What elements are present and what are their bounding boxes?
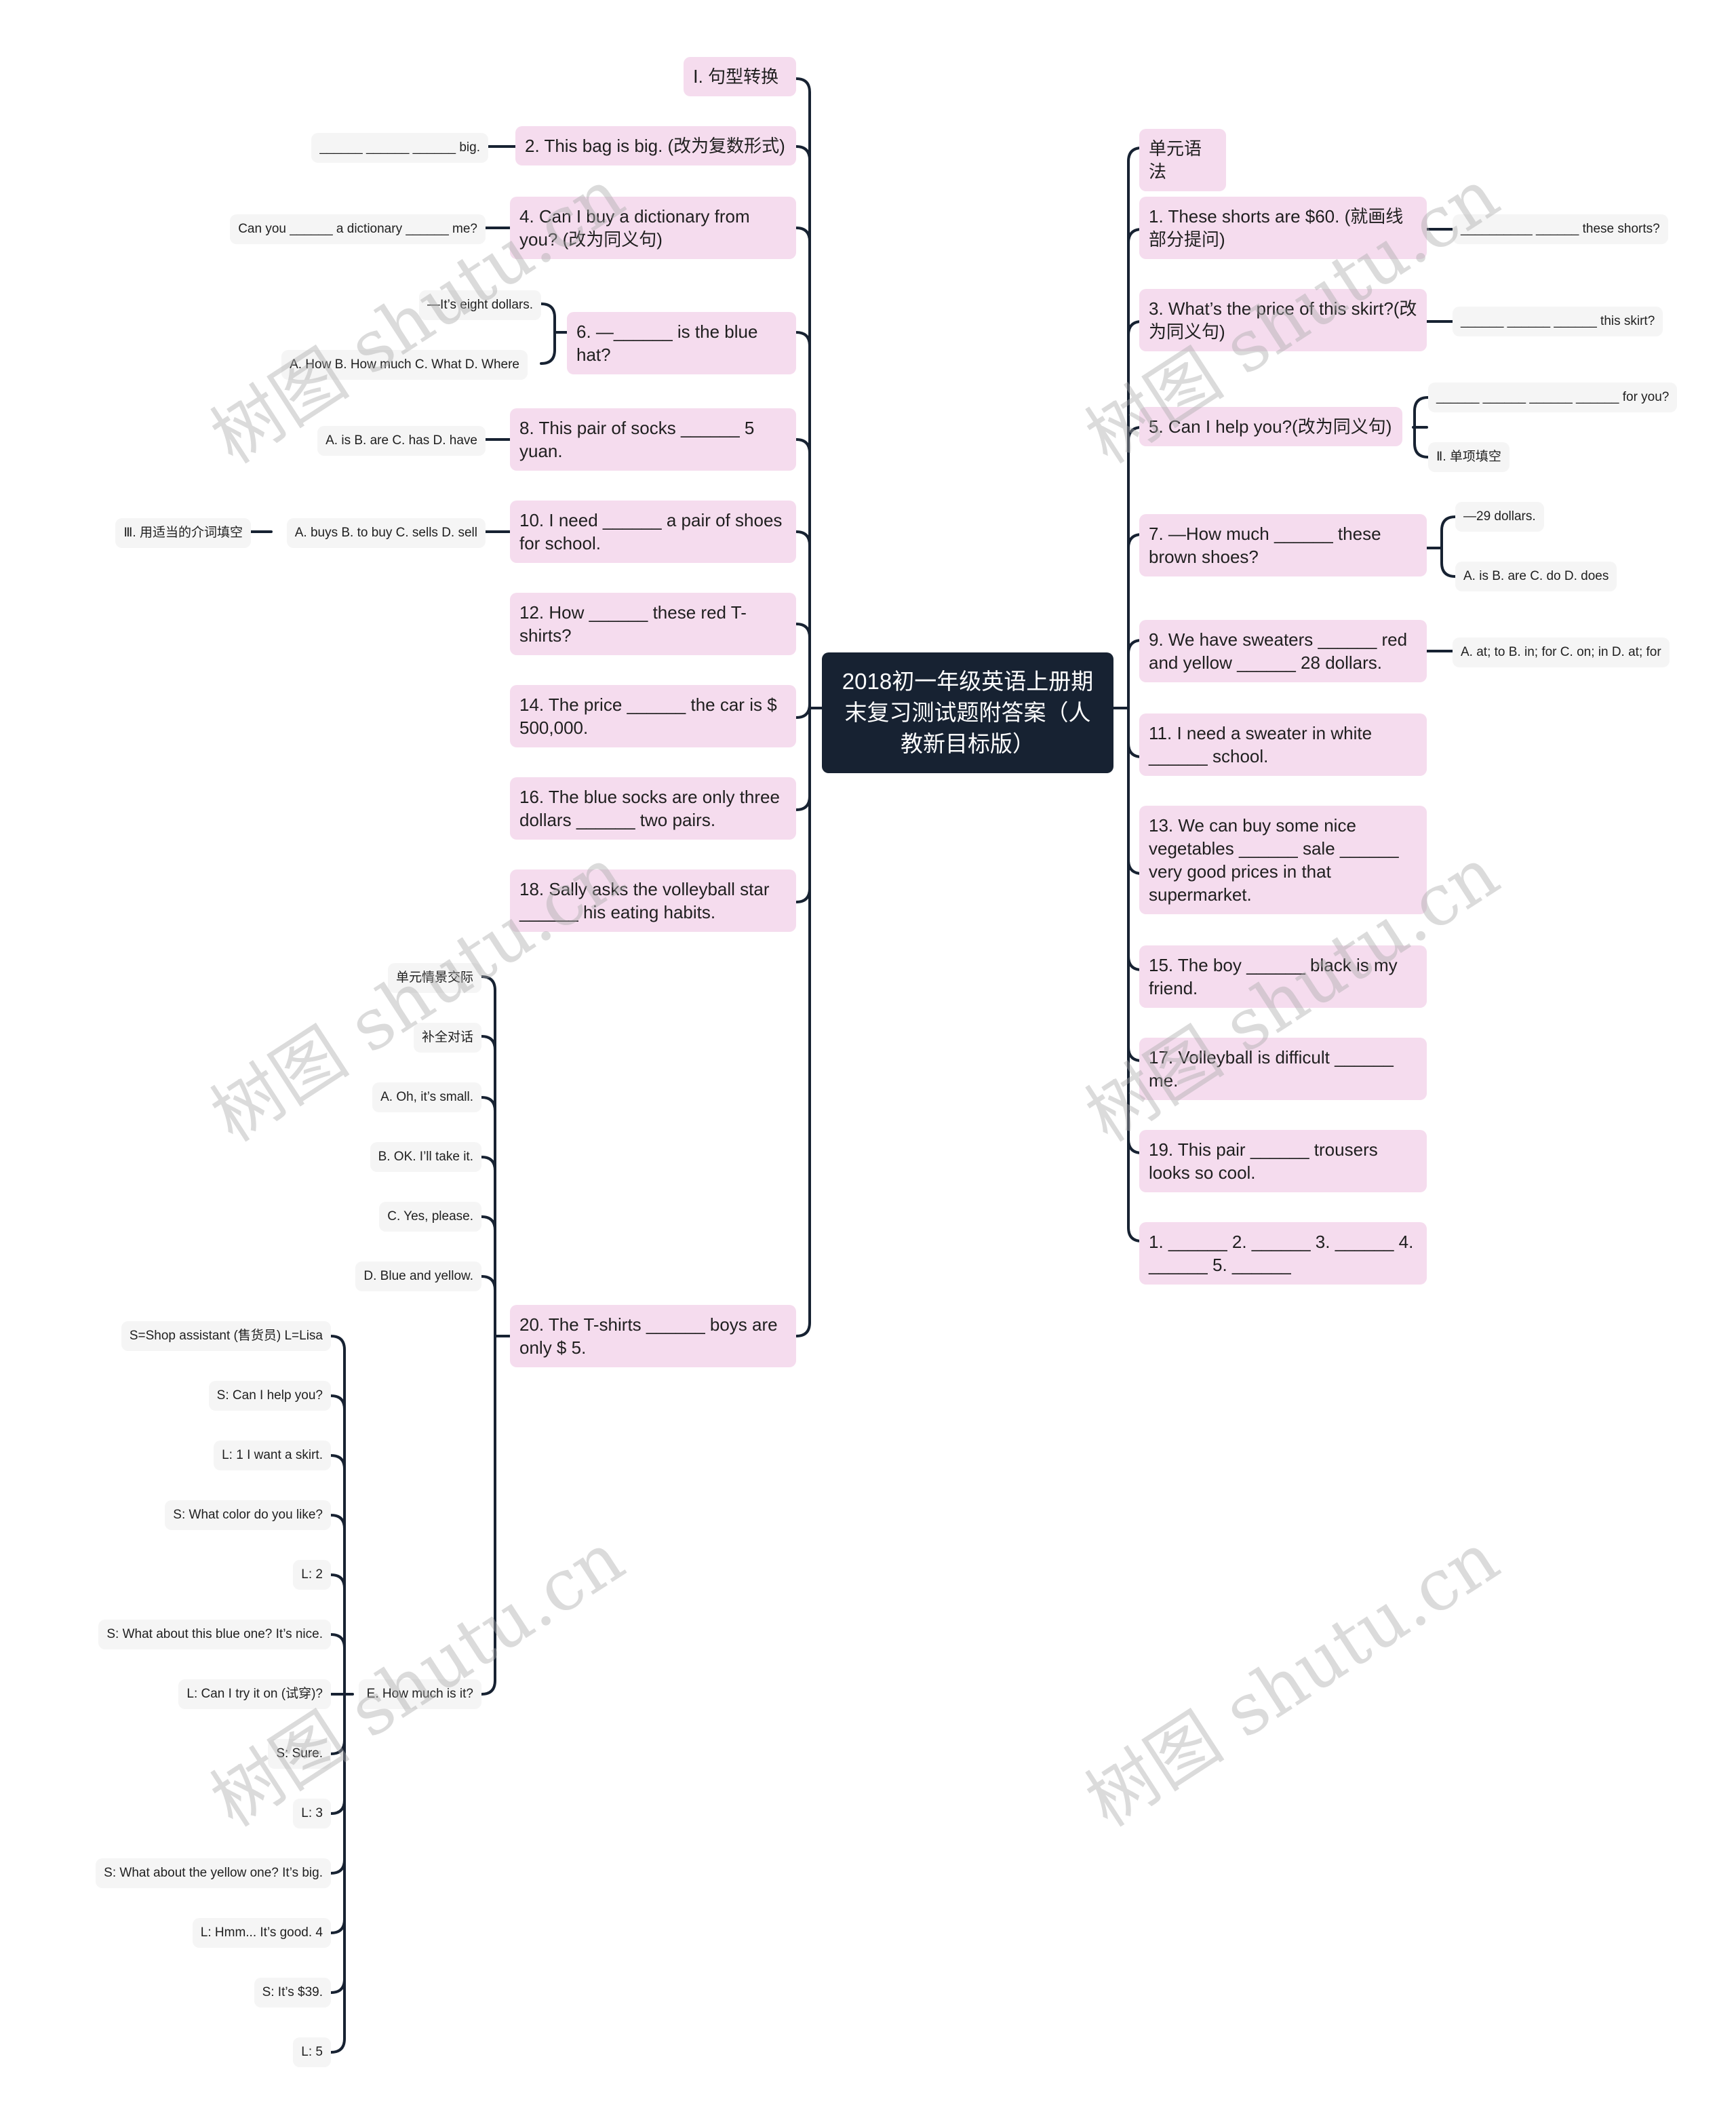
right-node-grammar[interactable]: 单元语法 xyxy=(1139,129,1226,191)
left-node-q12[interactable]: 12. How ______ these red T-shirts? xyxy=(510,593,796,655)
dialogue-line[interactable]: L: 3 xyxy=(293,1799,331,1828)
left-node-q20[interactable]: 20. The T-shirts ______ boys are only $ … xyxy=(510,1305,796,1367)
left-node-section-1[interactable]: Ⅰ. 句型转换 xyxy=(684,57,796,96)
left-node-q18[interactable]: 18. Sally asks the volleyball star _____… xyxy=(510,869,796,932)
q20-child-complete-dialogue[interactable]: 补全对话 xyxy=(413,1023,481,1053)
q8-options[interactable]: A. is B. are C. has D. have xyxy=(317,426,486,456)
dialogue-line[interactable]: S: What about this blue one? It’s nice. xyxy=(98,1620,331,1649)
root-topic[interactable]: 2018初一年级英语上册期末复习测试题附答案（人教新目标版） xyxy=(822,652,1113,773)
right-node-q5[interactable]: 5. Can I help you?(改为同义句) xyxy=(1139,407,1402,446)
q20-spine xyxy=(480,975,496,1696)
q20-child-unit-dialogue[interactable]: 单元情景交际 xyxy=(387,963,481,993)
dialogue-line[interactable]: L: 2 xyxy=(293,1560,331,1590)
q5-answer[interactable]: ______ ______ ______ ______ for you? xyxy=(1428,383,1678,412)
dialogue-line[interactable]: L: 1 I want a skirt. xyxy=(214,1441,331,1470)
dialogue-line[interactable]: L: Can I try it on (试穿)? xyxy=(178,1679,331,1709)
q20-option-c[interactable]: C. Yes, please. xyxy=(379,1202,481,1232)
right-node-q17[interactable]: 17. Volleyball is difficult ______ me. xyxy=(1139,1038,1427,1100)
q3-answer[interactable]: ______ ______ ______ this skirt? xyxy=(1453,307,1663,336)
right-node-answers[interactable]: 1. ______ 2. ______ 3. ______ 4. ______ … xyxy=(1139,1222,1427,1285)
left-node-q14[interactable]: 14. The price ______ the car is $ 500,00… xyxy=(510,685,796,747)
section-2-label[interactable]: Ⅱ. 单项填空 xyxy=(1428,442,1510,472)
q4-answer[interactable]: Can you ______ a dictionary ______ me? xyxy=(230,214,486,244)
q6-reply[interactable]: —It’s eight dollars. xyxy=(419,290,541,320)
q1-answer[interactable]: __________ ______ these shorts? xyxy=(1453,214,1668,244)
left-node-q6[interactable]: 6. —______ is the blue hat? xyxy=(567,312,796,374)
q20-option-d[interactable]: D. Blue and yellow. xyxy=(355,1261,481,1291)
q9-options[interactable]: A. at; to B. in; for C. on; in D. at; fo… xyxy=(1453,638,1670,667)
right-node-q11[interactable]: 11. I need a sweater in white ______ sch… xyxy=(1139,713,1427,776)
right-node-q7[interactable]: 7. —How much ______ these brown shoes? xyxy=(1139,514,1427,576)
q20-option-e[interactable]: E. How much is it? xyxy=(358,1679,481,1709)
q7-reply[interactable]: —29 dollars. xyxy=(1455,502,1544,532)
right-node-q19[interactable]: 19. This pair ______ trousers looks so c… xyxy=(1139,1130,1427,1192)
right-node-q9[interactable]: 9. We have sweaters ______ red and yello… xyxy=(1139,620,1427,682)
q10-options[interactable]: A. buys B. to buy C. sells D. sell xyxy=(286,518,486,548)
left-node-q16[interactable]: 16. The blue socks are only three dollar… xyxy=(510,777,796,840)
q7-options[interactable]: A. is B. are C. do D. does xyxy=(1455,562,1617,591)
right-node-q13[interactable]: 13. We can buy some nice vegetables ____… xyxy=(1139,806,1427,914)
dialogue-line[interactable]: S=Shop assistant (售货员) L=Lisa xyxy=(121,1321,331,1351)
right-node-q15[interactable]: 15. The boy ______ black is my friend. xyxy=(1139,945,1427,1008)
q6-bracket xyxy=(540,302,568,365)
q7-bracket xyxy=(1425,515,1457,578)
dialogue-line[interactable]: S: It’s $39. xyxy=(254,1978,331,2008)
left-node-q2[interactable]: 2. This bag is big. (改为复数形式) xyxy=(515,126,796,165)
dialogue-line[interactable]: S: Can I help you? xyxy=(208,1381,331,1411)
dialogue-line[interactable]: L: Hmm... It’s good. 4 xyxy=(192,1918,331,1948)
left-node-q8[interactable]: 8. This pair of socks ______ 5 yuan. xyxy=(510,408,796,471)
right-node-q3[interactable]: 3. What’s the price of this skirt?(改为同义句… xyxy=(1139,289,1427,351)
q5-bracket xyxy=(1412,396,1429,458)
q20-option-a[interactable]: A. Oh, it’s small. xyxy=(372,1082,481,1112)
left-spine xyxy=(795,77,811,1337)
right-node-q1[interactable]: 1. These shorts are $60. (就画线部分提问) xyxy=(1139,197,1427,259)
dialogue-line[interactable]: S: What color do you like? xyxy=(165,1500,331,1530)
q20-option-b[interactable]: B. OK. I’ll take it. xyxy=(370,1142,481,1172)
dialogue-line[interactable]: L: 5 xyxy=(293,2037,331,2067)
dialogue-line[interactable]: S: What about the yellow one? It’s big. xyxy=(96,1858,331,1888)
left-node-q4[interactable]: 4. Can I buy a dictionary from you? (改为同… xyxy=(510,197,796,259)
q2-answer[interactable]: ______ ______ ______ big. xyxy=(311,133,488,163)
q6-options[interactable]: A. How B. How much C. What D. Where xyxy=(281,350,528,380)
dialogue-line[interactable]: S: Sure. xyxy=(268,1739,331,1769)
left-node-q10[interactable]: 10. I need ______ a pair of shoes for sc… xyxy=(510,501,796,563)
section-3-label[interactable]: Ⅲ. 用适当的介词填空 xyxy=(115,518,251,548)
